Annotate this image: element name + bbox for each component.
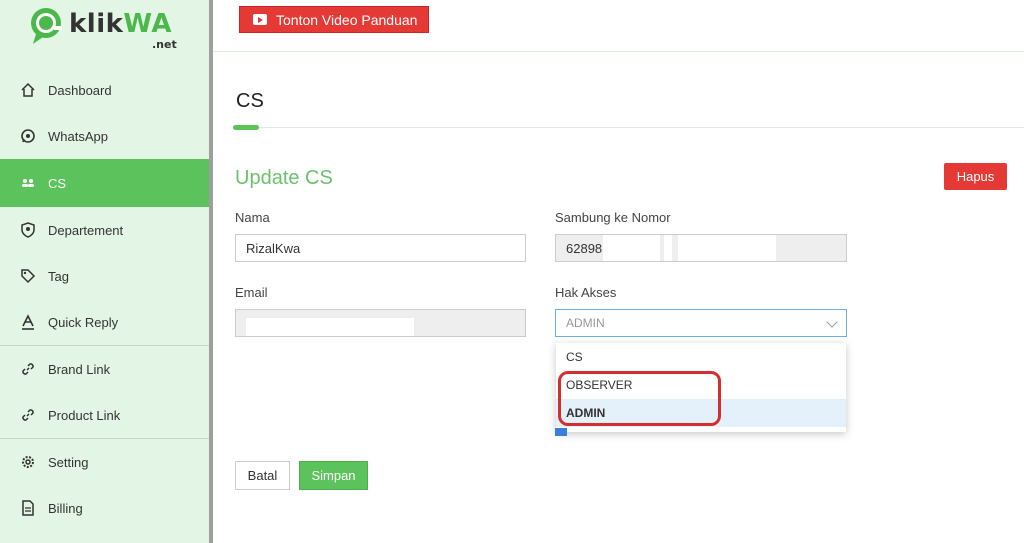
redaction	[603, 235, 660, 261]
save-button[interactable]: Simpan	[299, 461, 368, 490]
redaction	[246, 318, 414, 336]
sidebar: klikWA .net Dashboard WhatsApp CS Depart…	[0, 0, 209, 543]
title-accent-bar	[233, 125, 259, 130]
sidebar-item-label: Product Link	[48, 407, 121, 423]
sidebar-item-billing[interactable]: Billing	[0, 485, 209, 531]
link-icon	[20, 361, 36, 377]
sidebar-border	[209, 0, 213, 543]
sidebar-nav: Dashboard WhatsApp CS Departement Tag Qu…	[0, 67, 209, 531]
nomor-value: 62898	[566, 240, 603, 256]
link-icon	[20, 407, 36, 423]
option-cs[interactable]: CS	[556, 343, 846, 371]
gear-icon	[20, 454, 36, 470]
cancel-button[interactable]: Batal	[235, 461, 290, 490]
highlight-annotation	[558, 371, 721, 426]
sidebar-item-setting[interactable]: Setting	[0, 439, 209, 485]
hak-akses-value: ADMIN	[566, 316, 605, 330]
whatsapp-logo-icon	[31, 8, 62, 44]
people-icon	[20, 175, 36, 191]
top-bar: Tonton Video Panduan	[213, 0, 1024, 52]
sidebar-item-departement[interactable]: Departement	[0, 207, 209, 253]
sidebar-item-label: Quick Reply	[48, 314, 119, 330]
sidebar-item-label: Tag	[48, 268, 69, 284]
nomor-label: Sambung ke Nomor	[555, 210, 671, 225]
sidebar-item-cs[interactable]: CS	[0, 159, 209, 207]
sidebar-item-label: Departement	[48, 222, 124, 238]
sidebar-item-label: Dashboard	[48, 82, 112, 98]
app-window: klikWA .net Dashboard WhatsApp CS Depart…	[0, 0, 1024, 543]
logo[interactable]: klikWA .net	[28, 6, 188, 56]
tag-icon	[20, 268, 36, 284]
brand-suffix: .net	[152, 38, 177, 51]
sidebar-item-label: CS	[48, 175, 67, 191]
title-divider	[233, 127, 1024, 128]
chevron-down-icon	[826, 316, 838, 328]
redaction	[678, 235, 776, 261]
sidebar-item-label: Brand Link	[48, 361, 111, 377]
home-icon	[20, 82, 36, 98]
sidebar-item-quick-reply[interactable]: Quick Reply	[0, 299, 209, 345]
email-label: Email	[235, 285, 268, 300]
sidebar-item-tag[interactable]: Tag	[0, 253, 209, 299]
sidebar-item-whatsapp[interactable]: WhatsApp	[0, 113, 209, 159]
sidebar-item-brand-link[interactable]: Brand Link	[0, 346, 209, 392]
delete-button[interactable]: Hapus	[944, 163, 1007, 190]
checkbox[interactable]	[555, 428, 567, 436]
nama-label: Nama	[235, 210, 270, 225]
hak-akses-label: Hak Akses	[555, 285, 617, 300]
whatsapp-icon	[20, 128, 36, 144]
video-guide-button[interactable]: Tonton Video Panduan	[239, 6, 429, 33]
shield-user-icon	[20, 222, 36, 238]
brand-name: klikWA	[69, 9, 173, 39]
hak-akses-select[interactable]: ADMIN	[555, 309, 847, 337]
page-title: CS	[236, 90, 264, 112]
sidebar-item-label: WhatsApp	[48, 128, 108, 144]
sidebar-item-label: Setting	[48, 454, 89, 470]
sidebar-item-dashboard[interactable]: Dashboard	[0, 67, 209, 113]
youtube-play-icon	[253, 14, 267, 25]
form-title: Update CS	[235, 167, 333, 189]
video-guide-label: Tonton Video Panduan	[276, 11, 418, 28]
redaction	[664, 235, 672, 261]
sidebar-item-label: Billing	[48, 500, 83, 516]
text-a-icon	[20, 314, 36, 330]
sidebar-item-product-link[interactable]: Product Link	[0, 392, 209, 438]
document-icon	[20, 500, 36, 516]
nama-input[interactable]: RizalKwa	[235, 234, 526, 262]
